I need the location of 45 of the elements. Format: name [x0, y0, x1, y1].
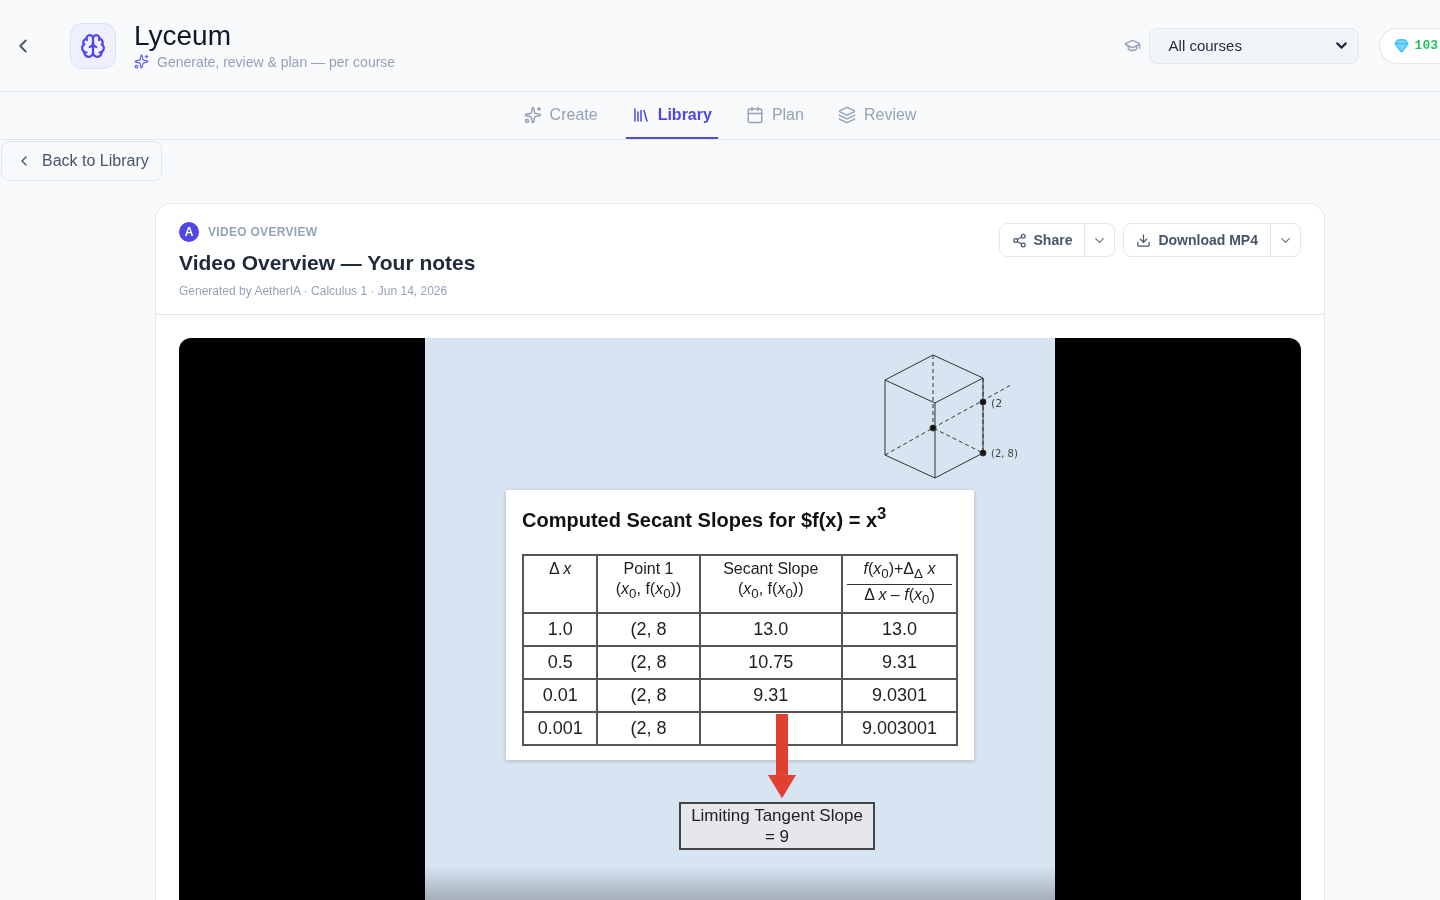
table-header: f(x$_{0}$)+Δ$_{Δ}$ x Δ x – f(x$_{0}$)	[841, 554, 957, 613]
app-title: Lyceum	[134, 21, 232, 50]
table-header: Secant Slope (x$_{0}$, f(x$_{0}$))	[699, 554, 842, 613]
table-cell: 9.0301	[841, 678, 957, 712]
download-icon	[1136, 232, 1152, 248]
table-cell: 0.5	[523, 645, 598, 679]
table-cell: 9.31	[699, 678, 842, 712]
video-player[interactable]	[179, 338, 1301, 900]
table-cell: 0.01	[523, 678, 598, 712]
table-cell: 9.003001	[841, 711, 957, 745]
eyebrow-label: VIDEO OVERVIEW	[208, 225, 318, 239]
table-cell: (2, 8	[597, 612, 700, 646]
course-select[interactable]: All courses	[1148, 27, 1359, 64]
table-cell: 13.0	[841, 612, 957, 646]
share-icon	[1011, 232, 1027, 248]
down-arrow-icon	[767, 713, 797, 800]
share-button[interactable]: Share	[998, 223, 1086, 257]
point-label: (2	[991, 397, 1003, 410]
table-cell: 9.31	[841, 645, 957, 679]
result-label: Limiting Tangent Slope = 9	[679, 801, 875, 851]
point-label: (2, 8)	[991, 448, 1018, 459]
app-subtitle: Generate, review & plan — per course	[157, 53, 396, 70]
card-title: Video Overview — Your notes	[179, 251, 476, 275]
table-header: Δ x	[523, 554, 598, 613]
brain-icon	[70, 22, 116, 69]
table-cell: (2, 8	[597, 711, 700, 745]
graduation-cap-icon	[1123, 37, 1141, 54]
table-cell: (2, 8	[597, 678, 700, 712]
table-header: Point 1 (x$_{0}$, f(x$_{0}$))	[597, 554, 700, 613]
table-cell: 10.75	[699, 645, 842, 679]
table-cell: 13.0	[699, 612, 842, 646]
calendar-icon	[745, 105, 764, 124]
back-to-library-button[interactable]: Back to Library	[1, 141, 162, 181]
layers-icon	[837, 105, 856, 124]
slide-title: Computed Secant Slopes for $f(x) = x$^{3}$	[522, 504, 888, 532]
avatar-badge: A	[179, 222, 199, 242]
table-cell: 0.001	[523, 711, 598, 745]
nav-tab[interactable]: Library	[625, 92, 718, 139]
card-meta: Generated by AetherIA · Calculus 1 · Jun 14, 2026	[179, 284, 449, 298]
sparkles-icon	[134, 54, 149, 69]
table-cell: (2, 8	[597, 645, 700, 679]
table-cell: 1.0	[523, 612, 598, 646]
books-icon	[631, 105, 650, 124]
sparkles-icon	[523, 105, 542, 124]
download-button[interactable]: Download MP4	[1123, 223, 1271, 257]
